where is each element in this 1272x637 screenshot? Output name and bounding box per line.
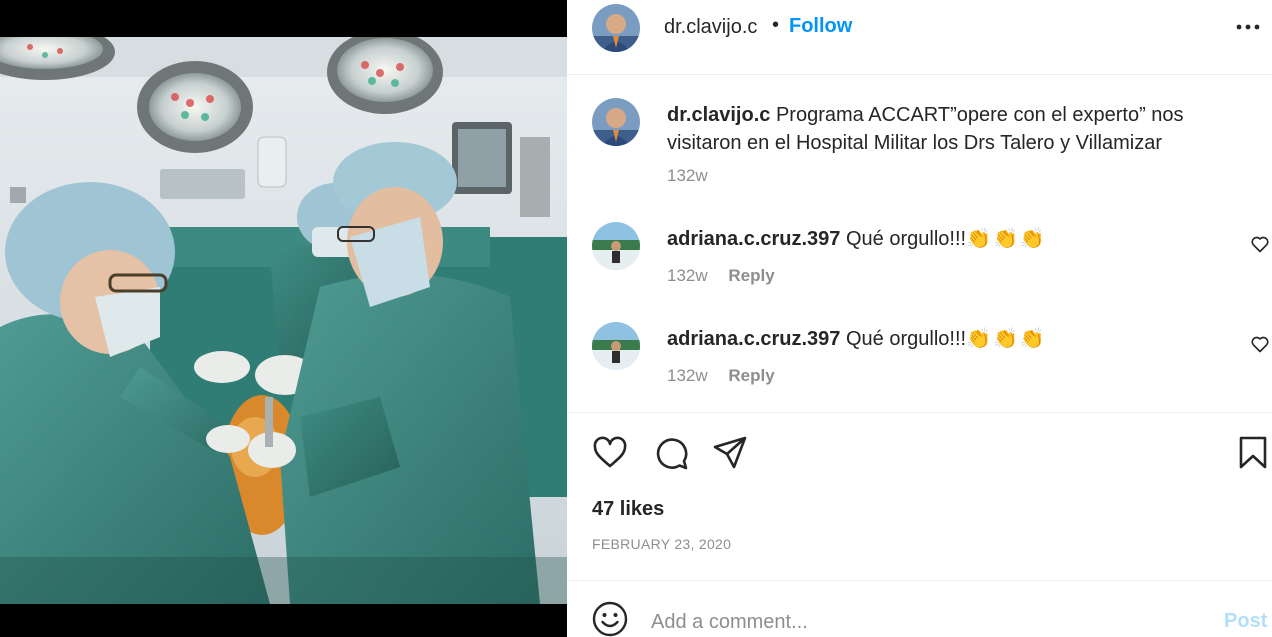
post-date[interactable]: FEBRUARY 23, 2020: [592, 536, 731, 552]
caption-text-block: dr.clavijo.c Programa ACCART”opere con e…: [667, 101, 1227, 157]
heart-icon[interactable]: [592, 435, 628, 471]
comment-timestamp[interactable]: 132w: [667, 366, 708, 385]
comment-heart-icon[interactable]: [1250, 334, 1270, 354]
reply-button[interactable]: Reply: [728, 366, 774, 385]
divider: [567, 580, 1272, 581]
likes-count[interactable]: 47 likes: [592, 498, 664, 521]
comment-body: Qué orgullo!!!: [846, 228, 967, 250]
caption-username[interactable]: dr.clavijo.c: [667, 104, 770, 126]
comment-username[interactable]: adriana.c.cruz.397: [667, 228, 840, 250]
media-panel: [0, 0, 567, 637]
more-horizontal-icon[interactable]: [1235, 14, 1261, 40]
bookmark-icon[interactable]: [1235, 435, 1271, 471]
comment-heart-icon[interactable]: [1250, 234, 1270, 254]
separator-dot: •: [772, 14, 780, 36]
comment-text: adriana.c.cruz.397 Qué orgullo!!!👏👏👏: [667, 326, 1047, 351]
comment-timestamp[interactable]: 132w: [667, 266, 708, 285]
author-avatar[interactable]: [592, 4, 640, 52]
share-icon[interactable]: [712, 435, 748, 471]
comment-icon[interactable]: [653, 435, 689, 471]
author-username[interactable]: dr.clavijo.c: [664, 16, 757, 39]
caption-timestamp[interactable]: 132w: [667, 166, 708, 186]
post-header: dr.clavijo.c • Follow: [567, 0, 1272, 75]
clapping-hands-emoji: 👏👏👏: [966, 228, 1047, 250]
reply-button[interactable]: Reply: [728, 266, 774, 285]
comment-body: Qué orgullo!!!: [846, 328, 967, 350]
commenter-avatar[interactable]: [592, 222, 640, 270]
comment-input[interactable]: [651, 608, 1191, 636]
clapping-hands-emoji: 👏👏👏: [966, 328, 1047, 350]
follow-button[interactable]: Follow: [789, 15, 852, 38]
comment-username[interactable]: adriana.c.cruz.397: [667, 328, 840, 350]
post-image[interactable]: [0, 37, 567, 604]
post-details-panel: dr.clavijo.c • Follow dr.clavijo.c Progr…: [567, 0, 1272, 637]
divider: [567, 412, 1272, 413]
comment-meta: 132w Reply: [667, 266, 775, 286]
comment-text: adriana.c.cruz.397 Qué orgullo!!!👏👏👏: [667, 226, 1047, 251]
emoji-icon[interactable]: [592, 601, 628, 637]
commenter-avatar[interactable]: [592, 322, 640, 370]
caption-author-avatar[interactable]: [592, 98, 640, 146]
post-button[interactable]: Post: [1224, 610, 1267, 633]
comment-meta: 132w Reply: [667, 366, 775, 386]
